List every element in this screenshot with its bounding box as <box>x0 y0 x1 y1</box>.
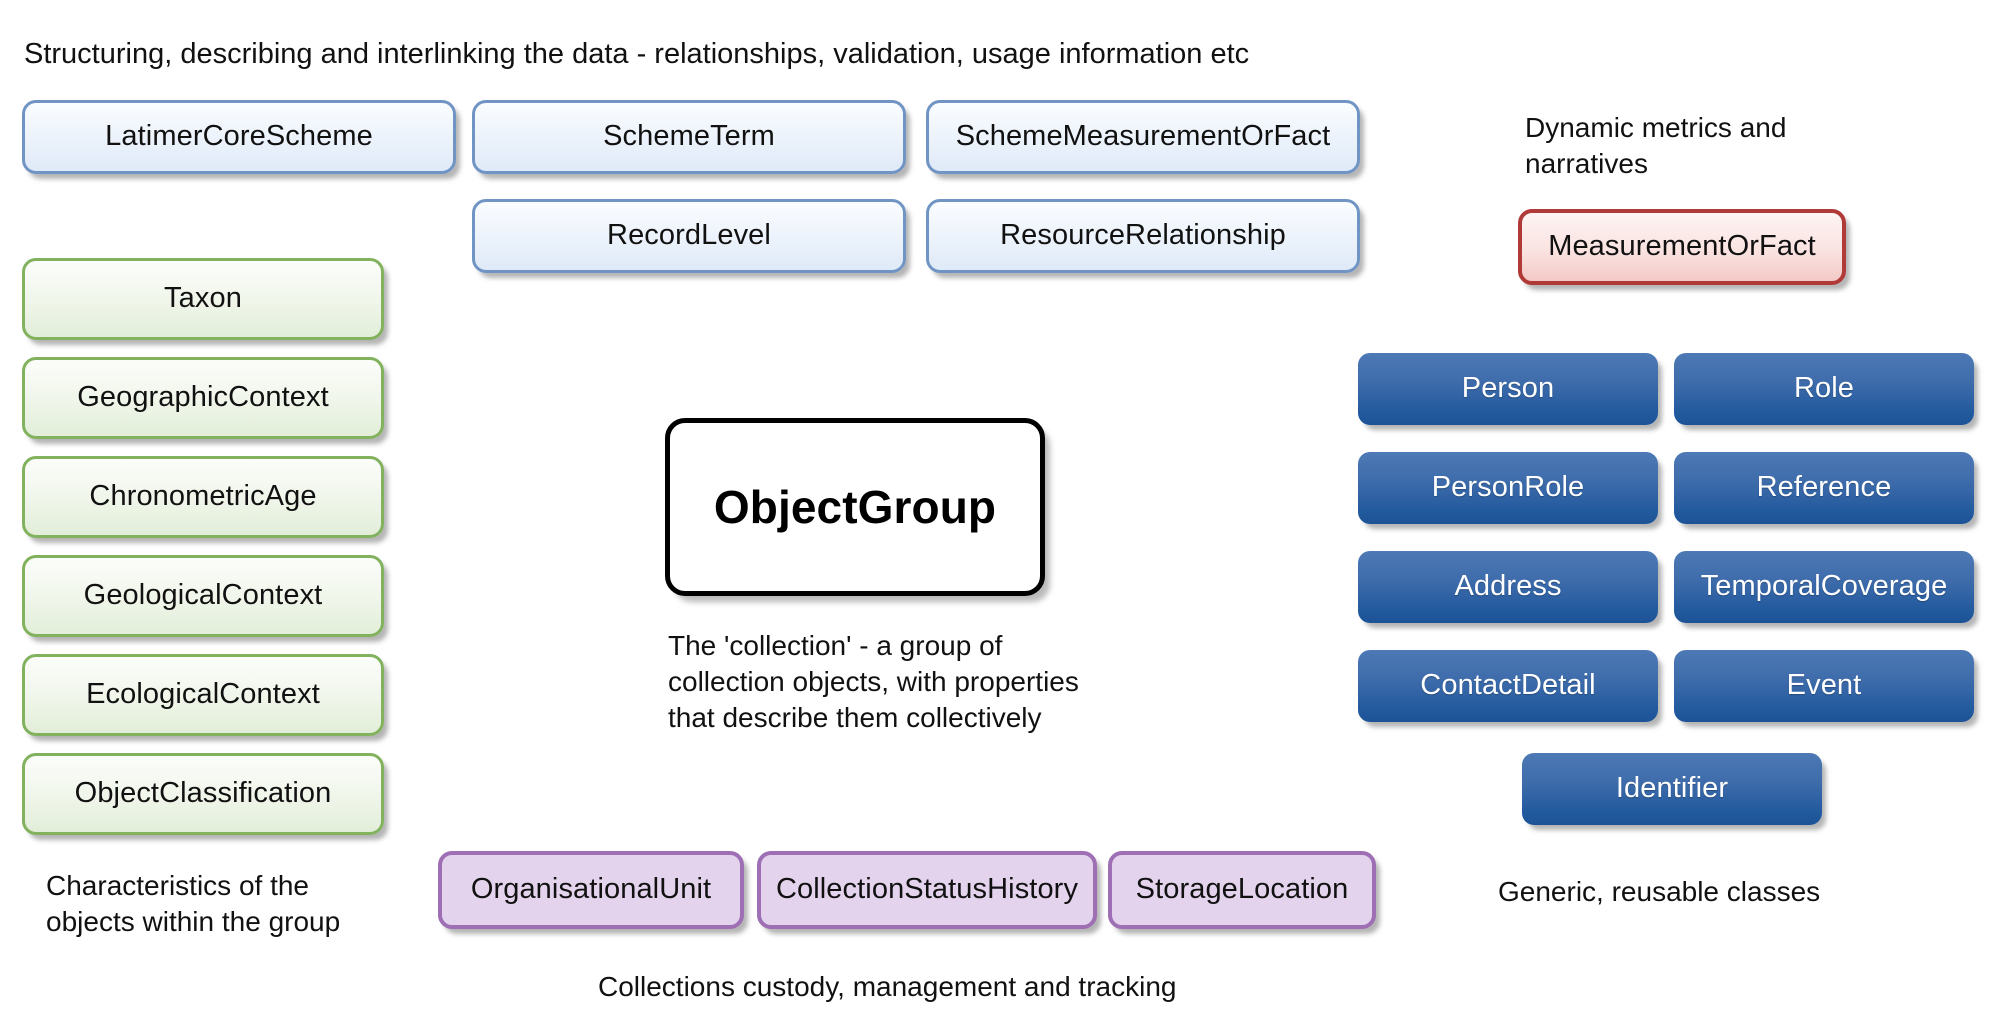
caption-dynamic-metrics: Dynamic metrics and narratives <box>1525 112 1787 179</box>
node-temporal-coverage[interactable]: TemporalCoverage <box>1674 551 1974 623</box>
node-event[interactable]: Event <box>1674 650 1974 722</box>
node-object-group[interactable]: ObjectGroup <box>665 418 1045 596</box>
node-chronometric-age[interactable]: ChronometricAge <box>22 456 384 538</box>
node-scheme-term[interactable]: SchemeTerm <box>472 100 906 174</box>
node-record-level[interactable]: RecordLevel <box>472 199 906 273</box>
diagram-canvas: Structuring, describing and interlinking… <box>0 0 1999 1031</box>
node-role[interactable]: Role <box>1674 353 1974 425</box>
caption-object-group-description: The 'collection' - a group of collection… <box>668 630 1079 733</box>
node-scheme-measurement-or-fact[interactable]: SchemeMeasurementOrFact <box>926 100 1360 174</box>
node-measurement-or-fact[interactable]: MeasurementOrFact <box>1518 209 1846 285</box>
node-organisational-unit[interactable]: OrganisationalUnit <box>438 851 744 929</box>
node-person[interactable]: Person <box>1358 353 1658 425</box>
node-latimer-core-scheme[interactable]: LatimerCoreScheme <box>22 100 456 174</box>
node-person-role[interactable]: PersonRole <box>1358 452 1658 524</box>
node-geological-context[interactable]: GeologicalContext <box>22 555 384 637</box>
node-resource-relationship[interactable]: ResourceRelationship <box>926 199 1360 273</box>
node-address[interactable]: Address <box>1358 551 1658 623</box>
node-object-classification[interactable]: ObjectClassification <box>22 753 384 835</box>
node-storage-location[interactable]: StorageLocation <box>1108 851 1376 929</box>
node-contact-detail[interactable]: ContactDetail <box>1358 650 1658 722</box>
caption-generic-classes: Generic, reusable classes <box>1498 876 1821 907</box>
caption-collections-custody: Collections custody, management and trac… <box>598 971 1177 1002</box>
node-identifier[interactable]: Identifier <box>1522 753 1822 825</box>
caption-characteristics: Characteristics of the objects within th… <box>46 870 341 937</box>
node-taxon[interactable]: Taxon <box>22 258 384 340</box>
node-ecological-context[interactable]: EcologicalContext <box>22 654 384 736</box>
node-geographic-context[interactable]: GeographicContext <box>22 357 384 439</box>
banner-caption-structuring: Structuring, describing and interlinking… <box>24 38 1250 70</box>
node-reference[interactable]: Reference <box>1674 452 1974 524</box>
node-collection-status-history[interactable]: CollectionStatusHistory <box>757 851 1097 929</box>
